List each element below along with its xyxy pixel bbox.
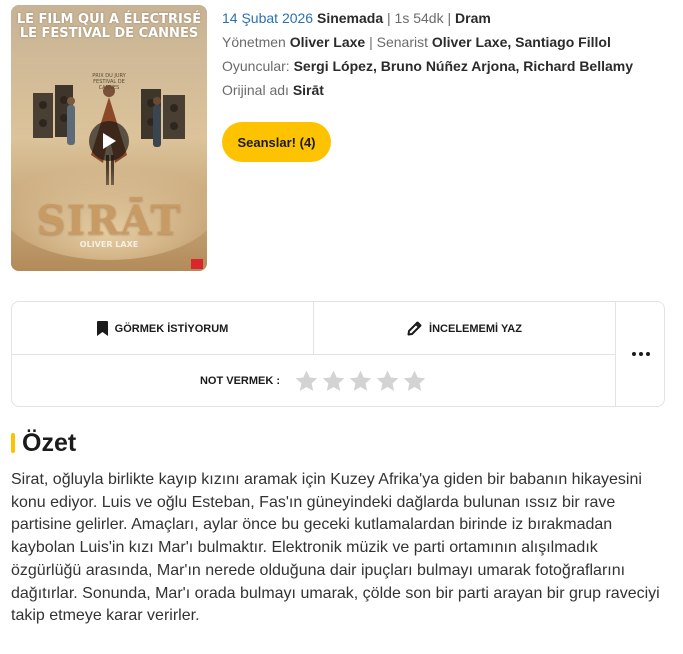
original-title-line: Orijinal adı Sirāt: [222, 81, 672, 99]
star-icon[interactable]: [348, 369, 373, 394]
poster-tagline-line1: LE FILM QUI A ÉLECTRISÉ: [16, 12, 202, 27]
release-status: Sinemada: [316, 10, 384, 26]
director-name[interactable]: Oliver Laxe: [290, 34, 366, 50]
star-icon[interactable]: [294, 369, 319, 394]
original-title: Sirāt: [292, 82, 324, 98]
play-icon[interactable]: [89, 121, 129, 161]
star-icon[interactable]: [402, 369, 427, 394]
pencil-icon: [407, 321, 422, 336]
writer-names[interactable]: Oliver Laxe, Santiago Fillol: [432, 34, 611, 50]
watchlist-button[interactable]: GÖRMEK İSTİYORUM: [12, 302, 313, 355]
action-card: GÖRMEK İSTİYORUM İNCELEMEMİ YAZ NOT VERM…: [11, 301, 665, 407]
cast-line: Oyuncular: Sergi López, Bruno Núñez Arjo…: [222, 57, 672, 75]
original-title-label: Orijinal adı: [222, 82, 289, 98]
bookmark-icon: [96, 321, 108, 336]
poster-tagline: LE FILM QUI A ÉLECTRISÉ LE FESTIVAL DE C…: [11, 13, 207, 41]
rating-row: NOT VERMEK :: [12, 356, 615, 406]
review-label: İNCELEMEMİ YAZ: [429, 322, 522, 335]
writer-label: Senarist: [376, 34, 428, 50]
summary-heading-text: Özet: [22, 428, 77, 457]
genre: Dram: [455, 10, 491, 26]
more-options-button[interactable]: [616, 302, 665, 406]
star-icon[interactable]: [321, 369, 346, 394]
write-review-button[interactable]: İNCELEMEMİ YAZ: [314, 302, 615, 355]
crew-line: Yönetmen Oliver Laxe | Senarist Oliver L…: [222, 34, 611, 50]
release-line: 14 Şubat 2026 Sinemada | 1s 54dk | Dram: [222, 10, 491, 26]
movie-info: 14 Şubat 2026 Sinemada | 1s 54dk | Dram …: [222, 9, 672, 105]
poster-title: SIRĀT: [36, 197, 182, 244]
summary-heading: Özet: [11, 428, 76, 458]
poster-award: PRIX DU JURY FESTIVAL DE CANNES: [92, 73, 126, 91]
movie-poster[interactable]: LE FILM QUI A ÉLECTRISÉ LE FESTIVAL DE C…: [11, 5, 207, 271]
duration: 1s 54dk: [394, 10, 444, 26]
showtimes-button[interactable]: Seanslar! (4): [222, 122, 331, 162]
release-date: 14 Şubat 2026: [222, 10, 314, 26]
cast-label: Oyuncular:: [222, 58, 290, 74]
more-icon: [631, 352, 650, 356]
rating-stars: [294, 369, 427, 394]
director-label: Yönetmen: [222, 34, 286, 50]
star-icon[interactable]: [375, 369, 400, 394]
poster-tagline-line2: LE FESTIVAL DE CANNES: [19, 26, 199, 41]
poster-director-credit: OLIVER LAXE: [79, 240, 139, 249]
rating-label: NOT VERMEK :: [199, 375, 281, 387]
heading-accent-bar: [11, 433, 15, 453]
watchlist-label: GÖRMEK İSTİYORUM: [114, 322, 229, 335]
cast-names[interactable]: Sergi López, Bruno Núñez Arjona, Richard…: [294, 58, 633, 74]
summary-text: Sirat, oğluyla birlikte kayıp kızını ara…: [11, 471, 660, 625]
